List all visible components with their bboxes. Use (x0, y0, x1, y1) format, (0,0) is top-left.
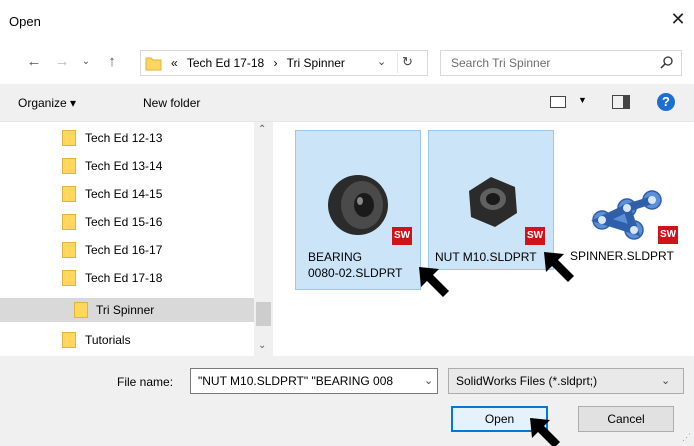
preview-pane-icon[interactable] (612, 95, 630, 109)
tree-item-label: Tri Spinner (96, 303, 155, 317)
view-dropdown-icon[interactable]: ▼ (578, 95, 587, 105)
file-name-line: 0080-02.SLDPRT (308, 266, 403, 280)
pointer-arrow-icon (544, 252, 574, 282)
filename-value: "NUT M10.SLDPRT" "BEARING 008 (198, 374, 394, 388)
scrollbar-thumb[interactable] (256, 302, 271, 326)
breadcrumb-separator[interactable]: › (274, 56, 278, 70)
close-icon[interactable]: ✕ (668, 10, 688, 30)
tree-item[interactable]: Tech Ed 13-14 (0, 154, 254, 178)
file-type-select[interactable]: SolidWorks Files (*.sldprt;) ⌄ (448, 368, 684, 394)
folder-icon (62, 242, 76, 258)
file-item[interactable]: SW NUT M10.SLDPRT (428, 130, 554, 270)
tree-item-label: Tech Ed 12-13 (85, 131, 163, 145)
organize-button[interactable]: Organize ▾ (18, 96, 76, 110)
file-name: NUT M10.SLDPRT (435, 249, 537, 265)
solidworks-badge-icon: SW (658, 226, 678, 244)
folder-icon (145, 57, 162, 71)
tree-item[interactable]: Tech Ed 17-18 (0, 266, 254, 290)
search-icon[interactable] (659, 55, 675, 71)
folder-icon (62, 130, 76, 146)
window-title: Open (9, 14, 41, 29)
change-view-icon[interactable] (550, 96, 566, 108)
file-name: BEARING 0080-02.SLDPRT (308, 249, 403, 281)
file-name-line: NUT M10.SLDPRT (435, 250, 537, 264)
dialog-footer: File name: "NUT M10.SLDPRT" "BEARING 008… (0, 356, 694, 446)
folder-icon (62, 158, 76, 174)
solidworks-badge-icon: SW (392, 227, 412, 245)
file-name-line: BEARING (308, 250, 363, 264)
file-list: SW BEARING 0080-02.SLDPRT SW NUT M10.SLD… (282, 122, 694, 356)
tree-item-label: Tech Ed 14-15 (85, 187, 163, 201)
tree-item-label: Tutorials (85, 333, 131, 347)
tree-item-label: Tech Ed 15-16 (85, 215, 163, 229)
refresh-icon[interactable]: ↻ (402, 54, 413, 70)
folder-icon (62, 332, 76, 348)
file-item[interactable]: SW SPINNER.SLDPRT (562, 130, 689, 270)
back-arrow-icon[interactable]: ← (24, 52, 44, 74)
search-input[interactable]: Search Tri Spinner (440, 50, 682, 76)
pointer-arrow-icon (530, 418, 560, 446)
breadcrumb: « Tech Ed 17-18 › Tri Spinner (171, 56, 351, 70)
tree-scrollbar[interactable]: ⌃ ⌄ (254, 122, 273, 356)
solidworks-badge-icon: SW (525, 227, 545, 245)
navigation-bar: ← → ⌄ ↑ « Tech Ed 17-18 › Tri Spinner ⌄ … (0, 44, 694, 84)
search-placeholder: Search Tri Spinner (451, 56, 551, 70)
file-name-line: SPINNER.SLDPRT (570, 249, 674, 263)
resize-grip-icon[interactable]: ⋰ (682, 432, 691, 443)
folder-icon (62, 186, 76, 202)
chevron-down-icon[interactable]: ⌄ (377, 55, 386, 68)
up-arrow-icon[interactable]: ↑ (102, 52, 122, 74)
file-name: SPINNER.SLDPRT (570, 248, 674, 264)
command-toolbar: Organize ▾ New folder ▼ ? (0, 84, 694, 122)
help-icon[interactable]: ? (657, 93, 675, 111)
navigation-tree: Tech Ed 12-13 Tech Ed 13-14 Tech Ed 14-1… (0, 122, 273, 356)
folder-icon (74, 302, 88, 318)
scroll-down-icon[interactable]: ⌄ (258, 340, 266, 351)
folder-icon (62, 214, 76, 230)
divider (397, 53, 398, 73)
address-bar[interactable]: « Tech Ed 17-18 › Tri Spinner ⌄ ↻ (140, 50, 428, 76)
breadcrumb-item-current[interactable]: Tri Spinner (287, 56, 345, 70)
breadcrumb-item[interactable]: Tech Ed 17-18 (187, 56, 264, 70)
tree-item[interactable]: Tech Ed 14-15 (0, 182, 254, 206)
cancel-button[interactable]: Cancel (578, 406, 674, 432)
scroll-up-icon[interactable]: ⌃ (258, 124, 266, 135)
filename-label: File name: (117, 375, 174, 389)
bearing-thumbnail-icon (328, 175, 388, 235)
recent-locations-chevron-icon[interactable]: ⌄ (76, 52, 96, 74)
filename-input[interactable]: "NUT M10.SLDPRT" "BEARING 008 ⌄ (190, 368, 438, 394)
tree-item[interactable]: Tutorials (0, 328, 254, 352)
title-bar: Open ✕ (0, 0, 694, 44)
folder-icon (62, 270, 76, 286)
chevron-down-icon[interactable]: ⌄ (661, 374, 670, 387)
tree-item-selected[interactable]: Tri Spinner (0, 298, 254, 322)
tree-item[interactable]: Tech Ed 15-16 (0, 210, 254, 234)
tree-item[interactable]: Tech Ed 16-17 (0, 238, 254, 262)
spinner-thumbnail-icon (591, 190, 662, 240)
file-item[interactable]: SW BEARING 0080-02.SLDPRT (295, 130, 421, 290)
breadcrumb-overflow[interactable]: « (171, 56, 178, 70)
tree-item[interactable]: Tech Ed 12-13 (0, 126, 254, 150)
pointer-arrow-icon (419, 267, 449, 297)
forward-arrow-icon[interactable]: → (52, 52, 72, 74)
file-type-value: SolidWorks Files (*.sldprt;) (456, 374, 598, 388)
chevron-down-icon[interactable]: ⌄ (424, 374, 433, 387)
tree-item-label: Tech Ed 16-17 (85, 243, 163, 257)
tree-item-label: Tech Ed 13-14 (85, 159, 163, 173)
new-folder-button[interactable]: New folder (143, 96, 200, 110)
tree-item-label: Tech Ed 17-18 (85, 271, 163, 285)
nut-thumbnail-icon (469, 177, 517, 227)
